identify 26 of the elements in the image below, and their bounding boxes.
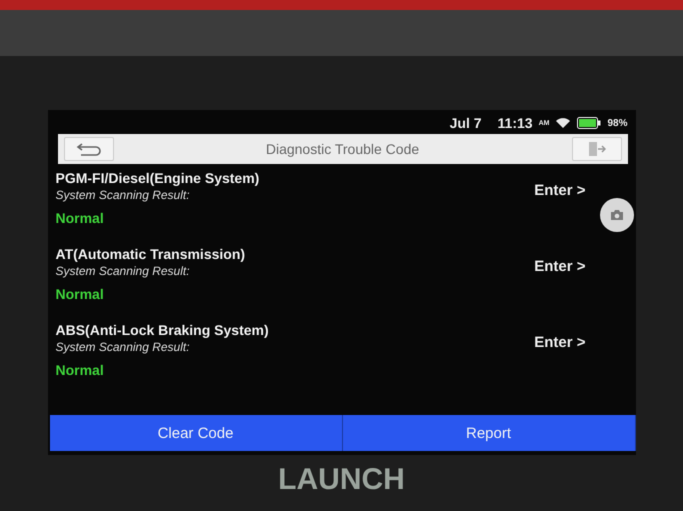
door-exit-icon [588, 141, 606, 157]
system-name: ABS(Anti-Lock Braking System) [56, 322, 269, 338]
scan-result-label: System Scanning Result: [56, 340, 191, 354]
time-text: 11:13 [498, 115, 533, 131]
enter-link[interactable]: Enter > [534, 334, 586, 351]
scan-result-label: System Scanning Result: [56, 264, 191, 278]
action-button[interactable]: Clear Code [50, 415, 342, 451]
scan-result: Normal [56, 210, 105, 226]
back-button[interactable] [64, 137, 114, 161]
screen-title: Diagnostic Trouble Code [266, 141, 420, 157]
wifi-icon [555, 117, 572, 129]
screenshot-button[interactable] [600, 198, 634, 232]
scan-result: Normal [56, 362, 105, 378]
back-arrow-icon [76, 142, 102, 156]
scan-result-label: System Scanning Result: [56, 188, 191, 202]
enter-link[interactable]: Enter > [534, 258, 586, 275]
camera-icon [610, 209, 624, 221]
brand-logo: LAUNCH [278, 463, 405, 497]
action-button[interactable]: Report [342, 415, 636, 451]
battery-icon [577, 117, 602, 129]
system-name: PGM-FI/Diesel(Engine System) [56, 170, 260, 186]
system-name: AT(Automatic Transmission) [56, 246, 246, 262]
scan-result: Normal [56, 286, 105, 302]
enter-link[interactable]: Enter > [534, 182, 586, 199]
date-text: Jul 7 [450, 115, 482, 131]
battery-percent: 98% [607, 118, 628, 128]
